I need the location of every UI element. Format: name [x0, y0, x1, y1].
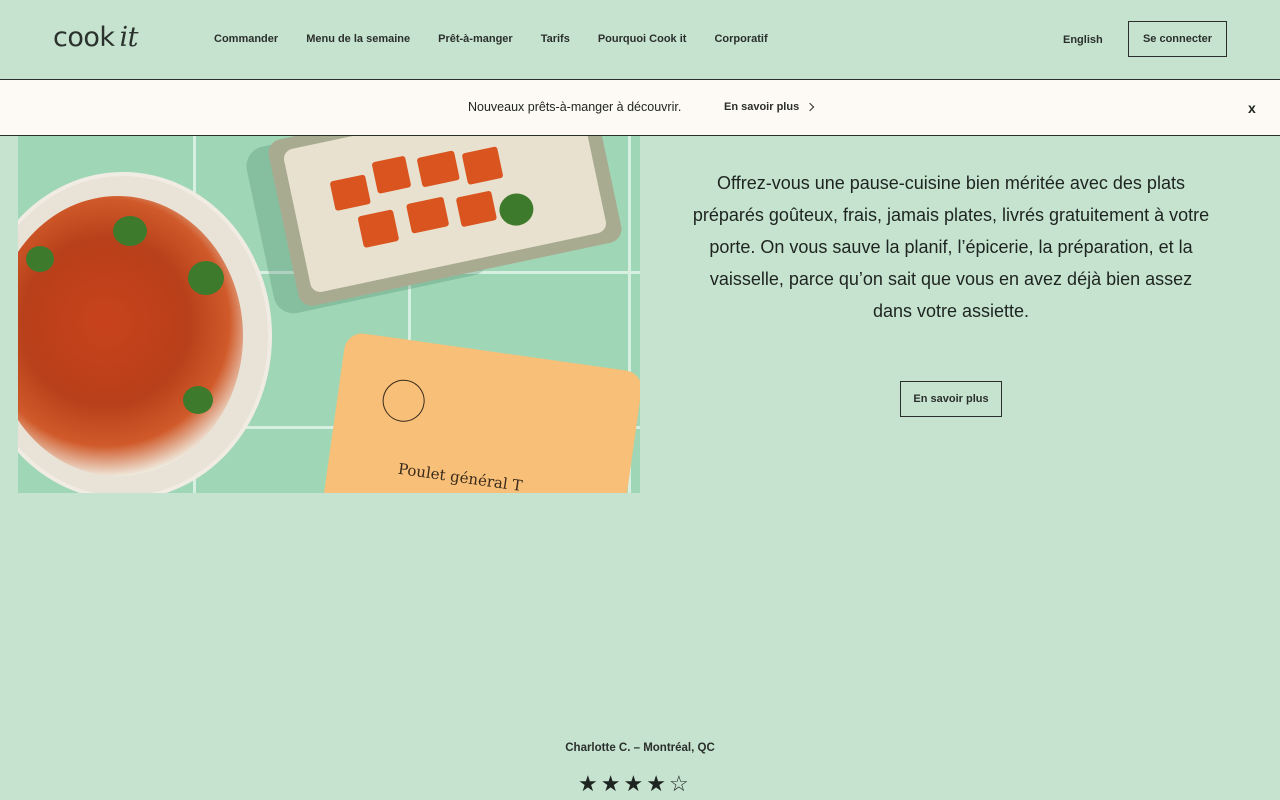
tofu-piece	[371, 155, 412, 194]
star-outline-icon: ☆	[668, 771, 689, 796]
review-author: Charlotte C. – Montréal, QC	[565, 742, 715, 754]
language-switch[interactable]: English	[1063, 34, 1103, 46]
hero-image: Poulet général T	[18, 136, 640, 493]
tofu-piece	[405, 196, 450, 234]
logo-italic: it	[119, 22, 139, 53]
broccoli	[183, 386, 213, 414]
logo[interactable]: cook it	[53, 22, 139, 53]
star-rating: ★ ★ ★ ★ ☆	[578, 771, 689, 797]
nav-commander[interactable]: Commander	[214, 33, 278, 45]
chevron-right-icon	[805, 102, 815, 112]
tofu-piece	[461, 146, 504, 186]
tofu-piece	[455, 190, 498, 228]
star-icon: ★	[646, 771, 666, 796]
main-nav: Commander Menu de la semaine Prêt-à-mang…	[214, 33, 796, 45]
broccoli	[26, 246, 54, 272]
nav-pret-a-manger[interactable]: Prêt-à-manger	[438, 33, 513, 45]
close-banner-button[interactable]: x	[1248, 100, 1256, 116]
tofu-piece	[357, 209, 400, 249]
star-icon: ★	[623, 771, 644, 796]
nav-tarifs[interactable]: Tarifs	[541, 33, 570, 45]
tofu-piece	[329, 174, 372, 212]
nav-menu-semaine[interactable]: Menu de la semaine	[306, 33, 410, 45]
learn-more-button[interactable]: En savoir plus	[900, 381, 1002, 417]
banner-text: Nouveaux prêts-à-manger à découvrir.	[468, 100, 682, 114]
tofu-piece	[416, 150, 460, 188]
star-icon: ★	[600, 771, 621, 796]
banner-link[interactable]: En savoir plus	[724, 101, 815, 113]
star-icon: ★	[578, 771, 598, 796]
box-seal-icon	[379, 377, 428, 425]
logo-main: cook	[53, 22, 115, 53]
broccoli	[496, 190, 537, 229]
meal-tray	[265, 136, 625, 309]
banner-link-label: En savoir plus	[724, 101, 800, 113]
nav-pourquoi[interactable]: Pourquoi Cook it	[598, 33, 687, 45]
box-label: Poulet général T	[396, 459, 524, 493]
nav-corporatif[interactable]: Corporatif	[714, 33, 767, 45]
promo-banner: Nouveaux prêts-à-manger à découvrir. En …	[0, 79, 1280, 136]
broccoli	[188, 261, 224, 295]
login-button[interactable]: Se connecter	[1128, 21, 1227, 57]
meal-box: Poulet général T	[316, 331, 640, 493]
site-header: cook it Commander Menu de la semaine Prêt…	[0, 0, 1280, 79]
hero-description: Offrez-vous une pause-cuisine bien mérit…	[692, 173, 1210, 321]
broccoli	[113, 216, 147, 246]
